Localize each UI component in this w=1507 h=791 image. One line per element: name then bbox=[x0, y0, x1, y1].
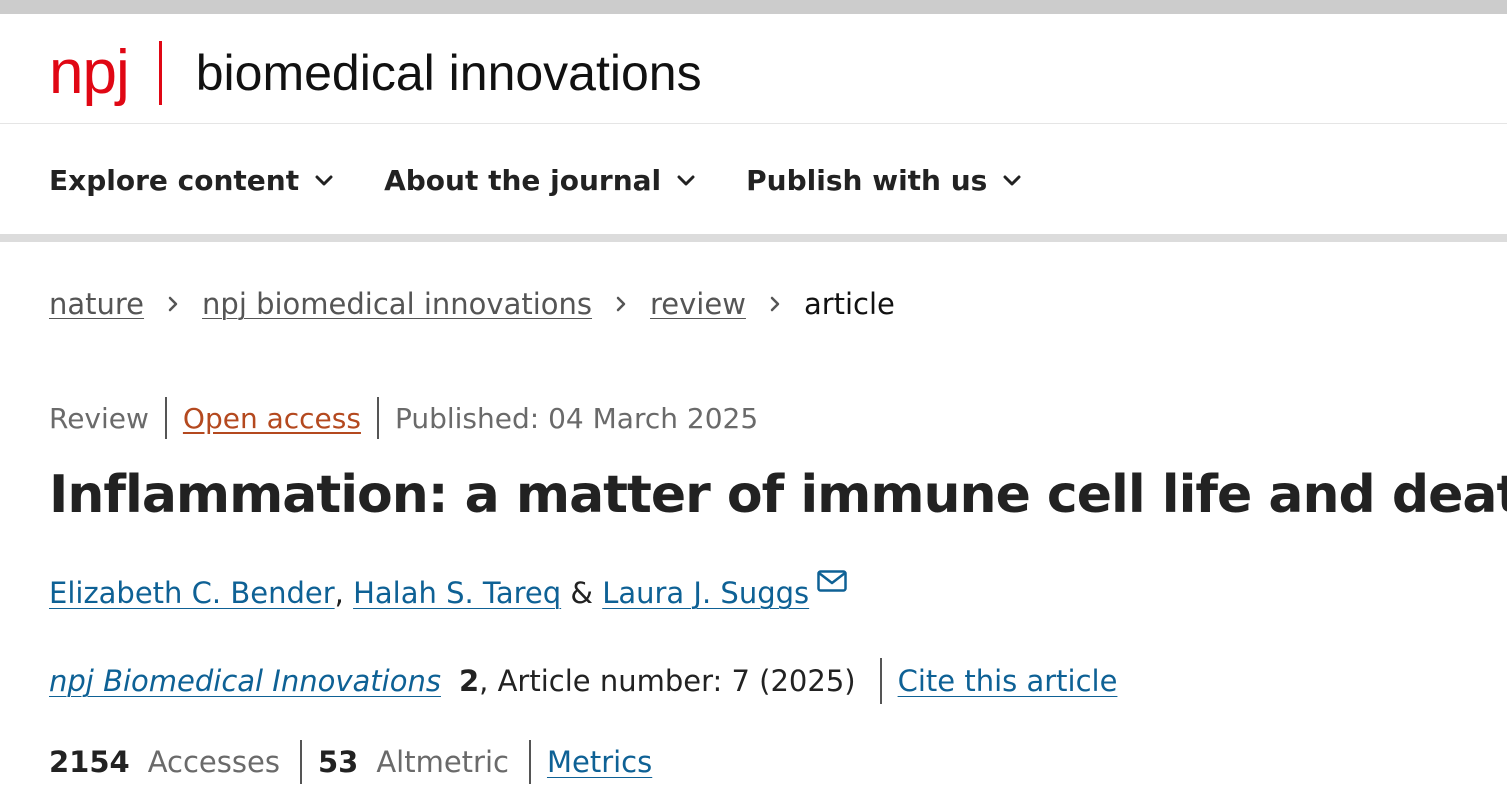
logo-divider bbox=[158, 41, 162, 105]
chevron-down-icon bbox=[1003, 175, 1021, 185]
citation-line: npj Biomedical Innovations 2 , Article n… bbox=[49, 658, 1117, 704]
metrics-divider bbox=[299, 740, 302, 784]
nav-about-the-journal[interactable]: About the journal bbox=[384, 164, 695, 197]
article-meta: Review Open access Published: 04 March 2… bbox=[49, 397, 758, 439]
accesses-label: Accesses bbox=[147, 745, 280, 779]
envelope-icon[interactable] bbox=[817, 570, 847, 592]
volume-number: 2 bbox=[458, 664, 480, 698]
nav-item-label: About the journal bbox=[384, 164, 662, 197]
article-title: Inflammation: a matter of immune cell li… bbox=[49, 465, 1507, 525]
top-strip bbox=[0, 0, 1507, 14]
open-access-link[interactable]: Open access bbox=[183, 402, 361, 435]
author-link[interactable]: Halah S. Tareq bbox=[353, 568, 561, 618]
accesses-count: 2154 bbox=[49, 745, 130, 779]
cite-this-article-link[interactable]: Cite this article bbox=[898, 664, 1118, 698]
author-list: Elizabeth C. Bender , Halah S. Tareq & L… bbox=[49, 568, 847, 618]
article-type: Review bbox=[49, 401, 149, 435]
citation-divider bbox=[879, 658, 882, 704]
metrics-divider bbox=[528, 740, 531, 784]
logo-npj-mark: npj bbox=[49, 38, 130, 107]
article-number: , Article number: 7 (2025) bbox=[479, 664, 856, 698]
chevron-down-icon bbox=[315, 175, 333, 185]
nav-publish-with-us[interactable]: Publish with us bbox=[746, 164, 1021, 197]
journal-logo[interactable]: npj biomedical innovations bbox=[49, 41, 702, 105]
chevron-right-icon bbox=[616, 296, 626, 312]
breadcrumb-journal[interactable]: npj biomedical innovations bbox=[202, 287, 592, 321]
breadcrumb-nature[interactable]: nature bbox=[49, 287, 144, 321]
nav-item-label: Publish with us bbox=[746, 164, 988, 197]
altmetric-count: 53 bbox=[317, 745, 359, 779]
breadcrumb: nature npj biomedical innovations review… bbox=[49, 287, 895, 321]
chevron-right-icon bbox=[168, 296, 178, 312]
metrics-link[interactable]: Metrics bbox=[547, 745, 652, 779]
breadcrumb-review[interactable]: review bbox=[650, 287, 746, 321]
site-header: npj biomedical innovations bbox=[0, 14, 1507, 124]
altmetric-label: Altmetric bbox=[376, 745, 509, 779]
published-date: Published: 04 March 2025 bbox=[394, 401, 759, 435]
logo-journal-name: biomedical innovations bbox=[195, 45, 702, 101]
author-link[interactable]: Elizabeth C. Bender bbox=[49, 568, 335, 618]
meta-divider bbox=[376, 397, 379, 439]
meta-divider bbox=[164, 397, 167, 439]
article-metrics: 2154 Accesses 53 Altmetric Metrics bbox=[49, 740, 652, 784]
main-nav: Explore content About the journal Publis… bbox=[0, 124, 1507, 242]
author-link[interactable]: Laura J. Suggs bbox=[602, 568, 809, 618]
chevron-right-icon bbox=[770, 296, 780, 312]
nav-item-label: Explore content bbox=[49, 164, 300, 197]
journal-link[interactable]: npj Biomedical Innovations bbox=[49, 664, 441, 698]
author-separator: , bbox=[334, 576, 354, 610]
nav-explore-content[interactable]: Explore content bbox=[49, 164, 333, 197]
author-separator: & bbox=[561, 576, 603, 610]
chevron-down-icon bbox=[677, 175, 695, 185]
breadcrumb-current: article bbox=[803, 287, 895, 321]
